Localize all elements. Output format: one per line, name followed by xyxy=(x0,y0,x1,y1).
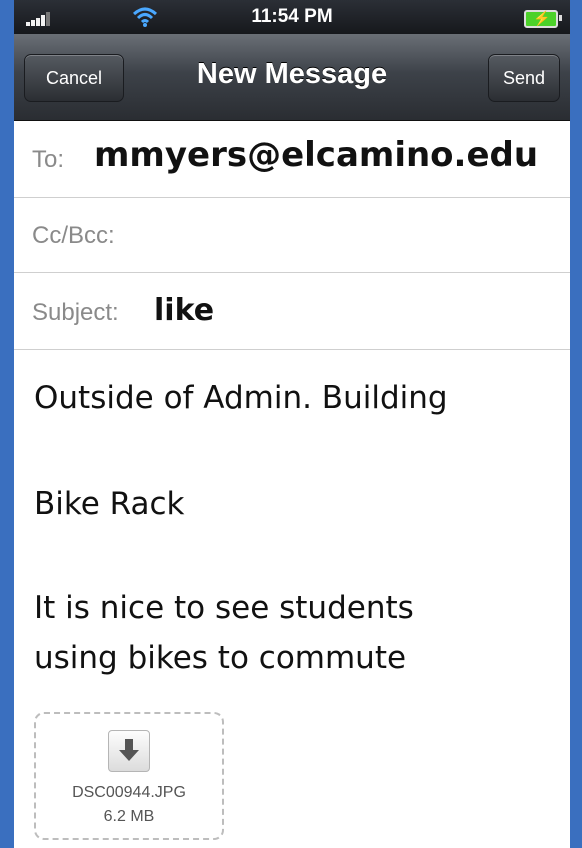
nav-bar: Cancel New Message Send xyxy=(14,34,570,121)
battery-icon: ⚡ xyxy=(524,10,562,28)
subject-field[interactable]: Subject: like xyxy=(14,273,570,350)
download-arrow-icon[interactable] xyxy=(108,730,150,772)
mail-compose-screen: 11:54 PM ⚡ Cancel New Message Send To: m… xyxy=(14,0,570,848)
to-value[interactable]: mmyers@elcamino.edu xyxy=(94,135,538,175)
status-bar: 11:54 PM ⚡ xyxy=(14,0,570,34)
body-line: Bike Rack xyxy=(34,486,185,522)
to-field[interactable]: To: mmyers@elcamino.edu xyxy=(14,121,570,198)
to-label: To: xyxy=(32,146,65,173)
page-title: New Message xyxy=(196,58,388,90)
send-button[interactable]: Send xyxy=(488,54,560,102)
cc-bcc-field[interactable]: Cc/Bcc: xyxy=(14,198,570,273)
status-time: 11:54 PM xyxy=(251,6,333,27)
body-line: It is nice to see students xyxy=(34,590,414,626)
body-line: Outside of Admin. Building xyxy=(34,380,448,416)
cc-bcc-label: Cc/Bcc: xyxy=(32,222,115,249)
attachment-size: 6.2 MB xyxy=(103,808,155,825)
attachment-filename: DSC00944.JPG xyxy=(72,784,186,801)
body-line: using bikes to commute xyxy=(34,640,407,676)
subject-label: Subject: xyxy=(32,299,119,326)
subject-value[interactable]: like xyxy=(154,293,214,328)
attachment-tile[interactable]: DSC00944.JPG 6.2 MB xyxy=(34,712,224,840)
